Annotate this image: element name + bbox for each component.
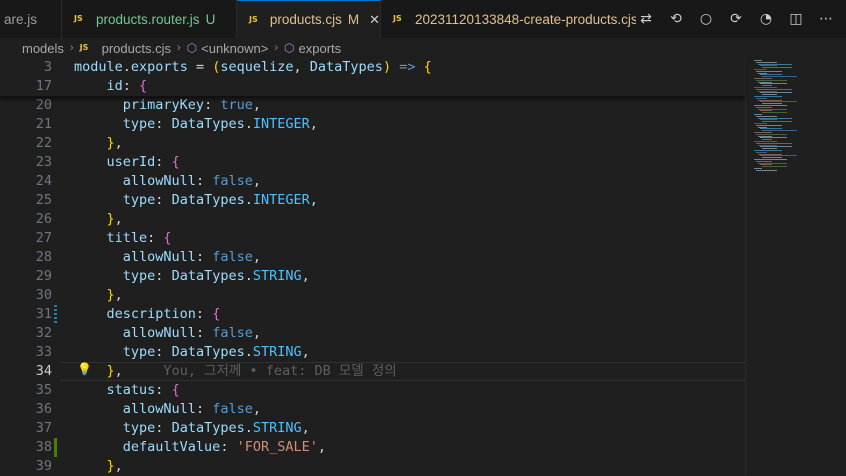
line-number: 30 (35, 287, 52, 303)
breadcrumb-file[interactable]: products.cjs (102, 41, 171, 56)
code-line[interactable]: primaryKey: true, (74, 96, 261, 115)
js-file-icon: JS (393, 14, 402, 23)
line-number: 37 (35, 420, 52, 436)
code-line[interactable]: allowNull: false, (74, 248, 261, 267)
line-number: 17 (35, 78, 52, 94)
code-line[interactable]: }, (74, 210, 123, 229)
editor-actions: ⇄ ⟲ ○ ⟳ ◔ ◫ ⋯ (636, 0, 846, 38)
minimap-line (762, 112, 787, 114)
code-line[interactable]: }, You, 그저께 • feat: DB 모델 정의 (74, 362, 397, 381)
line-number: 34 (35, 363, 52, 379)
line-number: 21 (35, 116, 52, 132)
tab-products-router-js[interactable]: JS products.router.js U (62, 0, 237, 38)
code-line[interactable]: type: DataTypes.STRING, (74, 267, 310, 286)
git-compare-icon[interactable]: ⇄ (636, 11, 656, 27)
tab-status-badge: M (347, 12, 360, 27)
js-file-icon: JS (249, 14, 258, 24)
chevron-right-icon: › (274, 42, 279, 54)
code-line[interactable]: userId: { (74, 153, 180, 172)
sticky-code-line[interactable]: id: { (74, 77, 148, 96)
js-file-icon: JS (74, 14, 83, 23)
code-line[interactable]: defaultValue: 'FOR_SALE', (74, 438, 326, 457)
tab-label: products.cjs (269, 12, 342, 27)
tab-products-cjs[interactable]: JS products.cjs M ✕ (237, 0, 381, 38)
breadcrumb: models › JS products.cjs › ⬡ <unknown> ›… (0, 38, 846, 58)
line-number: 33 (35, 344, 52, 360)
code-line[interactable]: allowNull: false, (74, 172, 261, 191)
line-number: 31 (35, 306, 52, 322)
line-number: 38 (35, 439, 52, 455)
code-line[interactable]: }, (74, 457, 123, 476)
go-back-icon[interactable]: ⟲ (666, 11, 686, 27)
code-editor[interactable]: 3 module.exports = (sequelize, DataTypes)… (0, 58, 846, 475)
js-file-icon: JS (79, 43, 89, 52)
breadcrumb-symbol-unknown[interactable]: <unknown> (201, 41, 268, 56)
go-forward-icon[interactable]: ⟳ (726, 11, 746, 27)
tab-20231120133848-create-products-cjs[interactable]: JS20231120133848-create-products.cjsM (381, 0, 676, 38)
code-line[interactable]: }, (74, 134, 123, 153)
code-line[interactable]: }, (74, 286, 123, 305)
modified-line-marker[interactable] (54, 305, 57, 324)
line-number: 22 (35, 135, 52, 151)
chevron-right-icon: › (69, 42, 74, 54)
code-line[interactable]: type: DataTypes.INTEGER, (74, 115, 318, 134)
tab-label: are.js (4, 11, 38, 27)
line-number: 29 (35, 268, 52, 284)
timeline-icon[interactable]: ◔ (756, 11, 776, 27)
tab-label: 20231120133848-create-products.cjs (415, 11, 638, 27)
line-number: 23 (35, 154, 52, 170)
sticky-code-line[interactable]: module.exports = (sequelize, DataTypes) … (74, 58, 432, 77)
close-icon[interactable]: ✕ (369, 12, 380, 28)
git-blame-annotation: You, 그저께 • feat: DB 모델 정의 (122, 363, 397, 379)
more-icon[interactable]: ⋯ (816, 11, 836, 27)
tab-status-badge: U (205, 11, 216, 27)
line-number: 36 (35, 401, 52, 417)
code-line[interactable]: allowNull: false, (74, 324, 261, 343)
minimap-line (756, 169, 777, 171)
tab-are-js[interactable]: are.js (0, 0, 62, 38)
code-line[interactable]: description: { (74, 305, 221, 324)
chevron-right-icon: › (176, 42, 181, 54)
code-line[interactable]: type: DataTypes.INTEGER, (74, 191, 318, 210)
symbol-cube-icon: ⬡ (186, 41, 198, 55)
split-editor-icon[interactable]: ◫ (786, 11, 806, 27)
line-number: 24 (35, 173, 52, 189)
circle-icon[interactable]: ○ (696, 11, 716, 27)
line-number: 39 (35, 458, 52, 474)
added-line-marker[interactable] (54, 438, 57, 457)
line-number: 28 (35, 249, 52, 265)
code-line[interactable]: allowNull: false, (74, 400, 261, 419)
breadcrumb-symbol-exports[interactable]: exports (299, 41, 342, 56)
line-number: 26 (35, 211, 52, 227)
code-line[interactable]: status: { (74, 381, 180, 400)
tab-label: products.router.js (96, 11, 200, 27)
minimap-line (762, 166, 787, 168)
line-number: 32 (35, 325, 52, 341)
minimap[interactable] (745, 58, 846, 475)
code-line[interactable]: type: DataTypes.STRING, (74, 343, 310, 362)
sticky-scroll[interactable]: 3 module.exports = (sequelize, DataTypes)… (0, 58, 745, 96)
line-number: 20 (35, 97, 52, 113)
line-number: 27 (35, 230, 52, 246)
code-line[interactable]: title: { (74, 229, 172, 248)
line-number: 25 (35, 192, 52, 208)
breadcrumb-folder[interactable]: models (22, 41, 64, 56)
code-line[interactable]: type: DataTypes.STRING, (74, 419, 310, 438)
line-number: 35 (35, 382, 52, 398)
symbol-cube-icon: ⬡ (284, 41, 295, 55)
line-number: 3 (43, 59, 52, 75)
